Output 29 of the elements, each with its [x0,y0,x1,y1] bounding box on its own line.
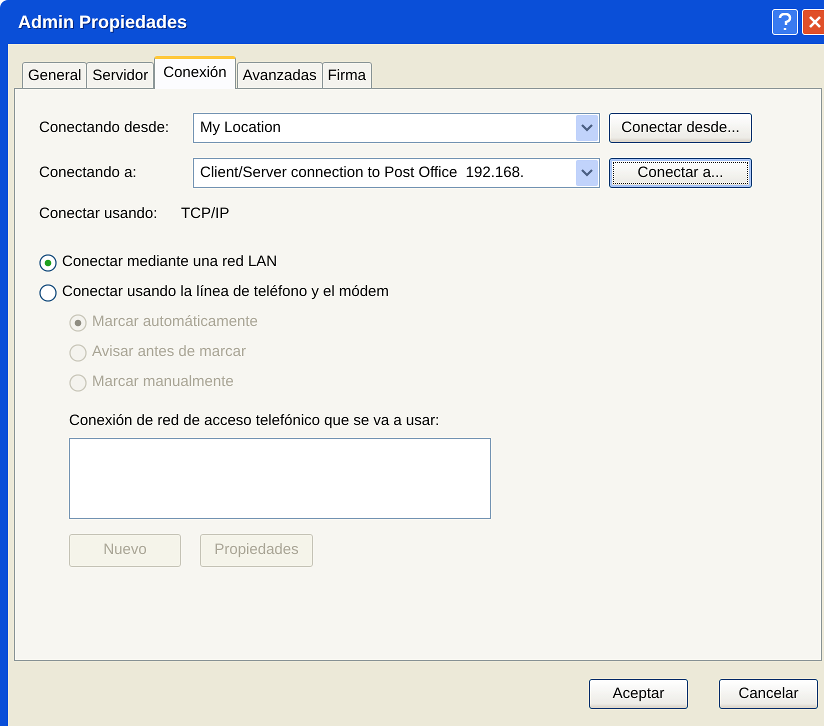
radio-label: Conectar usando la línea de teléfono y el módem [62,282,389,302]
radio-label: Marcar automáticamente [92,312,258,332]
dropdown-field[interactable]: My Location [193,113,600,143]
tab[interactable]: Servidor [86,62,154,89]
radio-label: Avisar antes de marcar [92,342,246,362]
field-label: Conectando a: [39,162,138,183]
tab[interactable]: Firma [322,62,372,89]
list-box[interactable] [69,438,491,519]
field-value: TCP/IP [181,204,230,224]
field-label: Conectando desde: [39,118,170,138]
radio-label: Marcar manualmente [92,372,234,392]
close-icon [808,15,822,29]
tab[interactable]: Avanzadas [236,62,323,89]
connect-button[interactable]: Conectar a... [609,158,752,188]
dropdown-field[interactable]: Client/Server connection to Post Office 192.168. [193,158,600,188]
tab[interactable]: General [22,62,88,89]
close-button[interactable] [802,9,824,35]
radio-label: Conectar mediante una red LAN [62,252,278,272]
dialog-button[interactable]: Cancelar [719,679,818,709]
tab[interactable]: Conexión [154,56,236,89]
field-label: Conectar usando: [39,204,158,224]
radio-button[interactable] [39,284,57,302]
dialog-button[interactable]: Aceptar [589,679,688,709]
help-icon [778,13,792,31]
list-label: Conexión de red de acceso telefónico que se va a usar: [68,410,440,430]
help-button[interactable] [772,9,798,35]
window-title: Admin Propiedades [18,10,188,34]
connect-button[interactable]: Conectar desde... [609,113,752,143]
radio-button[interactable] [39,254,57,272]
